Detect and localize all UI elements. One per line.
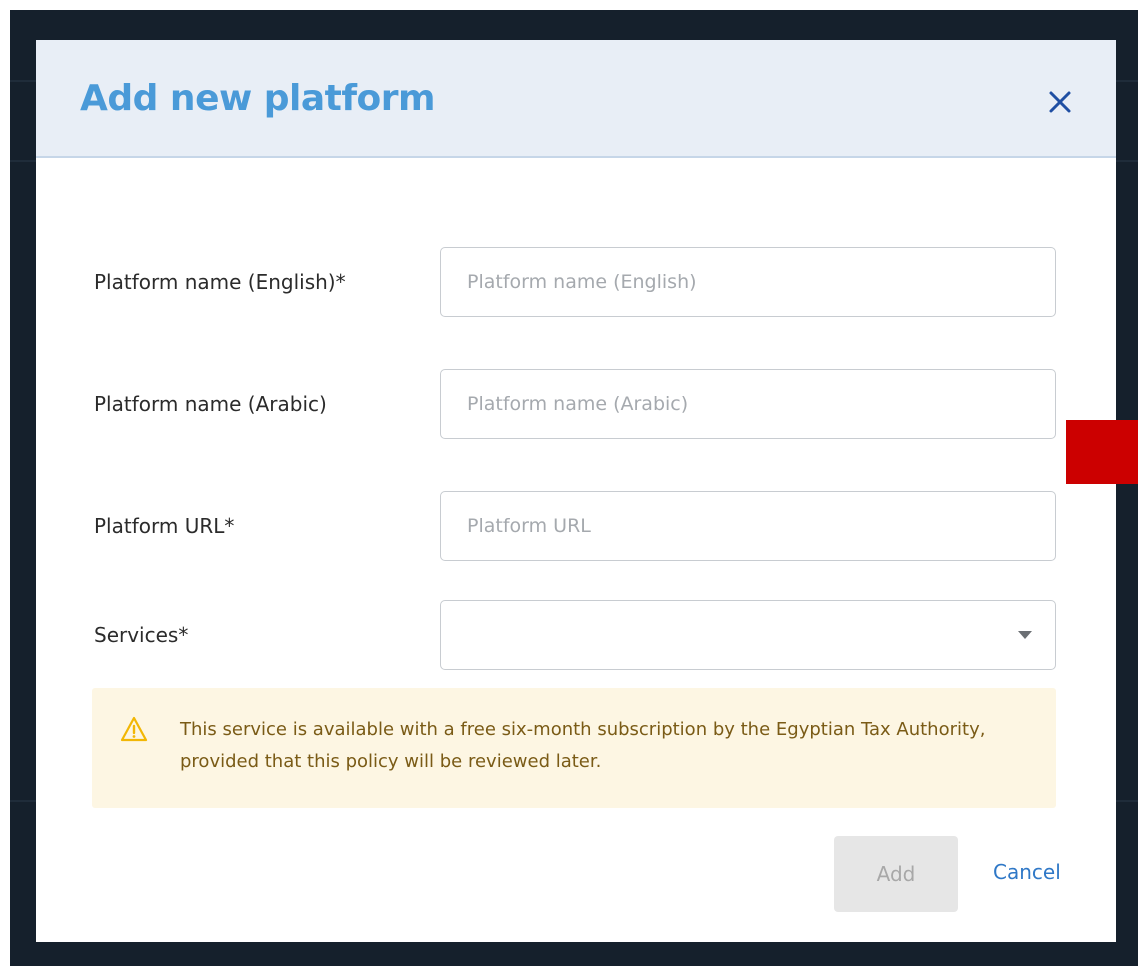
red-marker-block — [1066, 420, 1138, 484]
subscription-notice: This service is available with a free si… — [92, 688, 1056, 808]
add-button[interactable]: Add — [834, 836, 958, 912]
dialog-header: Add new platform — [36, 40, 1116, 158]
notice-text: This service is available with a free si… — [180, 719, 986, 772]
add-platform-dialog: Add new platform Platform name (English)… — [36, 40, 1116, 942]
platform-name-arabic-input[interactable] — [440, 369, 1056, 439]
dialog-title: Add new platform — [80, 78, 436, 119]
services-label: Services* — [94, 623, 189, 647]
platform-name-english-input[interactable] — [440, 247, 1056, 317]
services-select[interactable] — [440, 600, 1056, 670]
platform-name-arabic-label: Platform name (Arabic) — [94, 392, 327, 416]
warning-icon — [120, 716, 148, 742]
platform-name-english-label: Platform name (English)* — [94, 270, 346, 294]
cancel-link[interactable]: Cancel — [993, 860, 1061, 884]
close-button[interactable] — [1040, 82, 1080, 122]
close-icon — [1049, 91, 1071, 113]
caret-down-icon — [1018, 631, 1032, 639]
platform-url-input[interactable] — [440, 491, 1056, 561]
platform-url-label: Platform URL* — [94, 514, 235, 538]
